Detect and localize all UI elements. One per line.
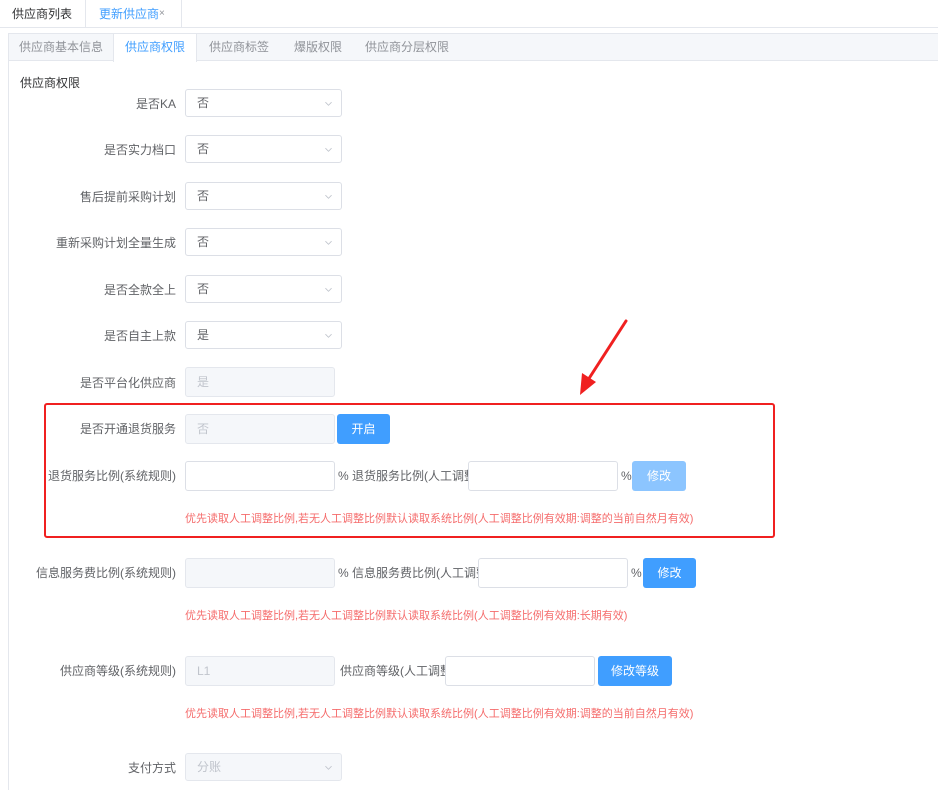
select-value: 否 — [197, 235, 210, 249]
modify-level-button[interactable]: 修改等级 — [598, 656, 672, 686]
supplier-level-field: L1 — [185, 656, 335, 686]
tab-supplier-list[interactable]: 供应商列表 — [0, 0, 86, 28]
info-fee-ratio-manual-input[interactable] — [478, 558, 628, 588]
info-fee-ratio-note: 优先读取人工调整比例,若无人工调整比例默认读取系统比例(人工调整比例有效期:长期… — [185, 610, 628, 622]
self-listing-select[interactable]: 是 — [185, 321, 342, 349]
platform-supplier-field: 是 — [185, 367, 335, 397]
chevron-down-icon — [325, 240, 332, 245]
field-value: 是 — [197, 375, 210, 389]
info-fee-ratio-label: 信息服务费比例(系统规则) — [36, 566, 176, 580]
info-fee-ratio-manual-label: 信息服务费比例(人工调整) — [352, 566, 492, 580]
payment-method-select: 分账 — [185, 753, 342, 781]
supplier-level-note: 优先读取人工调整比例,若无人工调整比例默认读取系统比例(人工调整比例有效期:调整… — [185, 708, 694, 720]
percent-unit: % — [631, 566, 642, 580]
section-title: 供应商权限 — [20, 76, 81, 90]
tab-label: 供应商权限 — [124, 40, 185, 54]
info-fee-ratio-input — [185, 558, 335, 588]
annotation-highlight-box — [44, 403, 775, 538]
tab-label: 供应商基本信息 — [18, 40, 103, 54]
chevron-down-icon — [325, 287, 332, 292]
top-tab-bar: 供应商列表 更新供应商 × — [0, 0, 938, 28]
strong-stall-label: 是否实力档口 — [103, 143, 176, 157]
platform-supplier-label: 是否平台化供应商 — [79, 376, 176, 390]
is-ka-label: 是否KA — [135, 97, 176, 111]
supplier-level-manual-label: 供应商等级(人工调整) — [340, 664, 456, 678]
sub-tab-bar: 供应商基本信息 供应商权限 供应商标签 爆版权限 供应商分层权限 — [8, 33, 938, 62]
field-value: L1 — [197, 664, 211, 678]
select-value: 是 — [197, 328, 210, 342]
chevron-down-icon — [325, 194, 332, 199]
tab-update-supplier[interactable]: 更新供应商 × — [86, 0, 182, 28]
tab-label: 更新供应商 — [99, 7, 160, 21]
chevron-down-icon — [325, 333, 332, 338]
select-value: 否 — [197, 96, 210, 110]
is-ka-select[interactable]: 否 — [185, 89, 342, 117]
chevron-down-icon — [325, 147, 332, 152]
percent-unit: % — [338, 566, 349, 580]
supplier-level-label: 供应商等级(系统规则) — [60, 664, 176, 678]
full-payment-label: 是否全款全上 — [103, 283, 176, 297]
after-sale-plan-label: 售后提前采购计划 — [79, 190, 176, 204]
modify-info-fee-ratio-button[interactable]: 修改 — [643, 558, 696, 588]
tab-hot-style-permissions[interactable]: 爆版权限 — [281, 34, 355, 61]
chevron-down-icon — [325, 765, 332, 770]
strong-stall-select[interactable]: 否 — [185, 135, 342, 163]
select-value: 否 — [197, 142, 210, 156]
tab-supplier-tier-permissions[interactable]: 供应商分层权限 — [355, 34, 459, 61]
supplier-level-manual-input[interactable] — [445, 656, 595, 686]
close-icon[interactable]: × — [159, 0, 165, 28]
tab-supplier-permissions[interactable]: 供应商权限 — [113, 34, 197, 62]
after-sale-plan-select[interactable]: 否 — [185, 182, 342, 210]
tab-label: 供应商列表 — [12, 7, 73, 21]
full-payment-select[interactable]: 否 — [185, 275, 342, 303]
payment-method-label: 支付方式 — [127, 761, 176, 775]
self-listing-label: 是否自主上款 — [103, 329, 176, 343]
annotation-arrow-icon — [580, 319, 628, 395]
select-value: 否 — [197, 189, 210, 203]
tab-supplier-basic-info[interactable]: 供应商基本信息 — [9, 34, 113, 61]
regen-plan-label: 重新采购计划全量生成 — [55, 236, 176, 250]
tab-label: 供应商标签 — [208, 40, 269, 54]
regen-plan-select[interactable]: 否 — [185, 228, 342, 256]
tab-label: 爆版权限 — [293, 40, 342, 54]
tab-label: 供应商分层权限 — [364, 40, 449, 54]
select-value: 分账 — [197, 760, 222, 774]
select-value: 否 — [197, 282, 210, 296]
tab-supplier-tags[interactable]: 供应商标签 — [197, 34, 281, 61]
chevron-down-icon — [325, 101, 332, 106]
